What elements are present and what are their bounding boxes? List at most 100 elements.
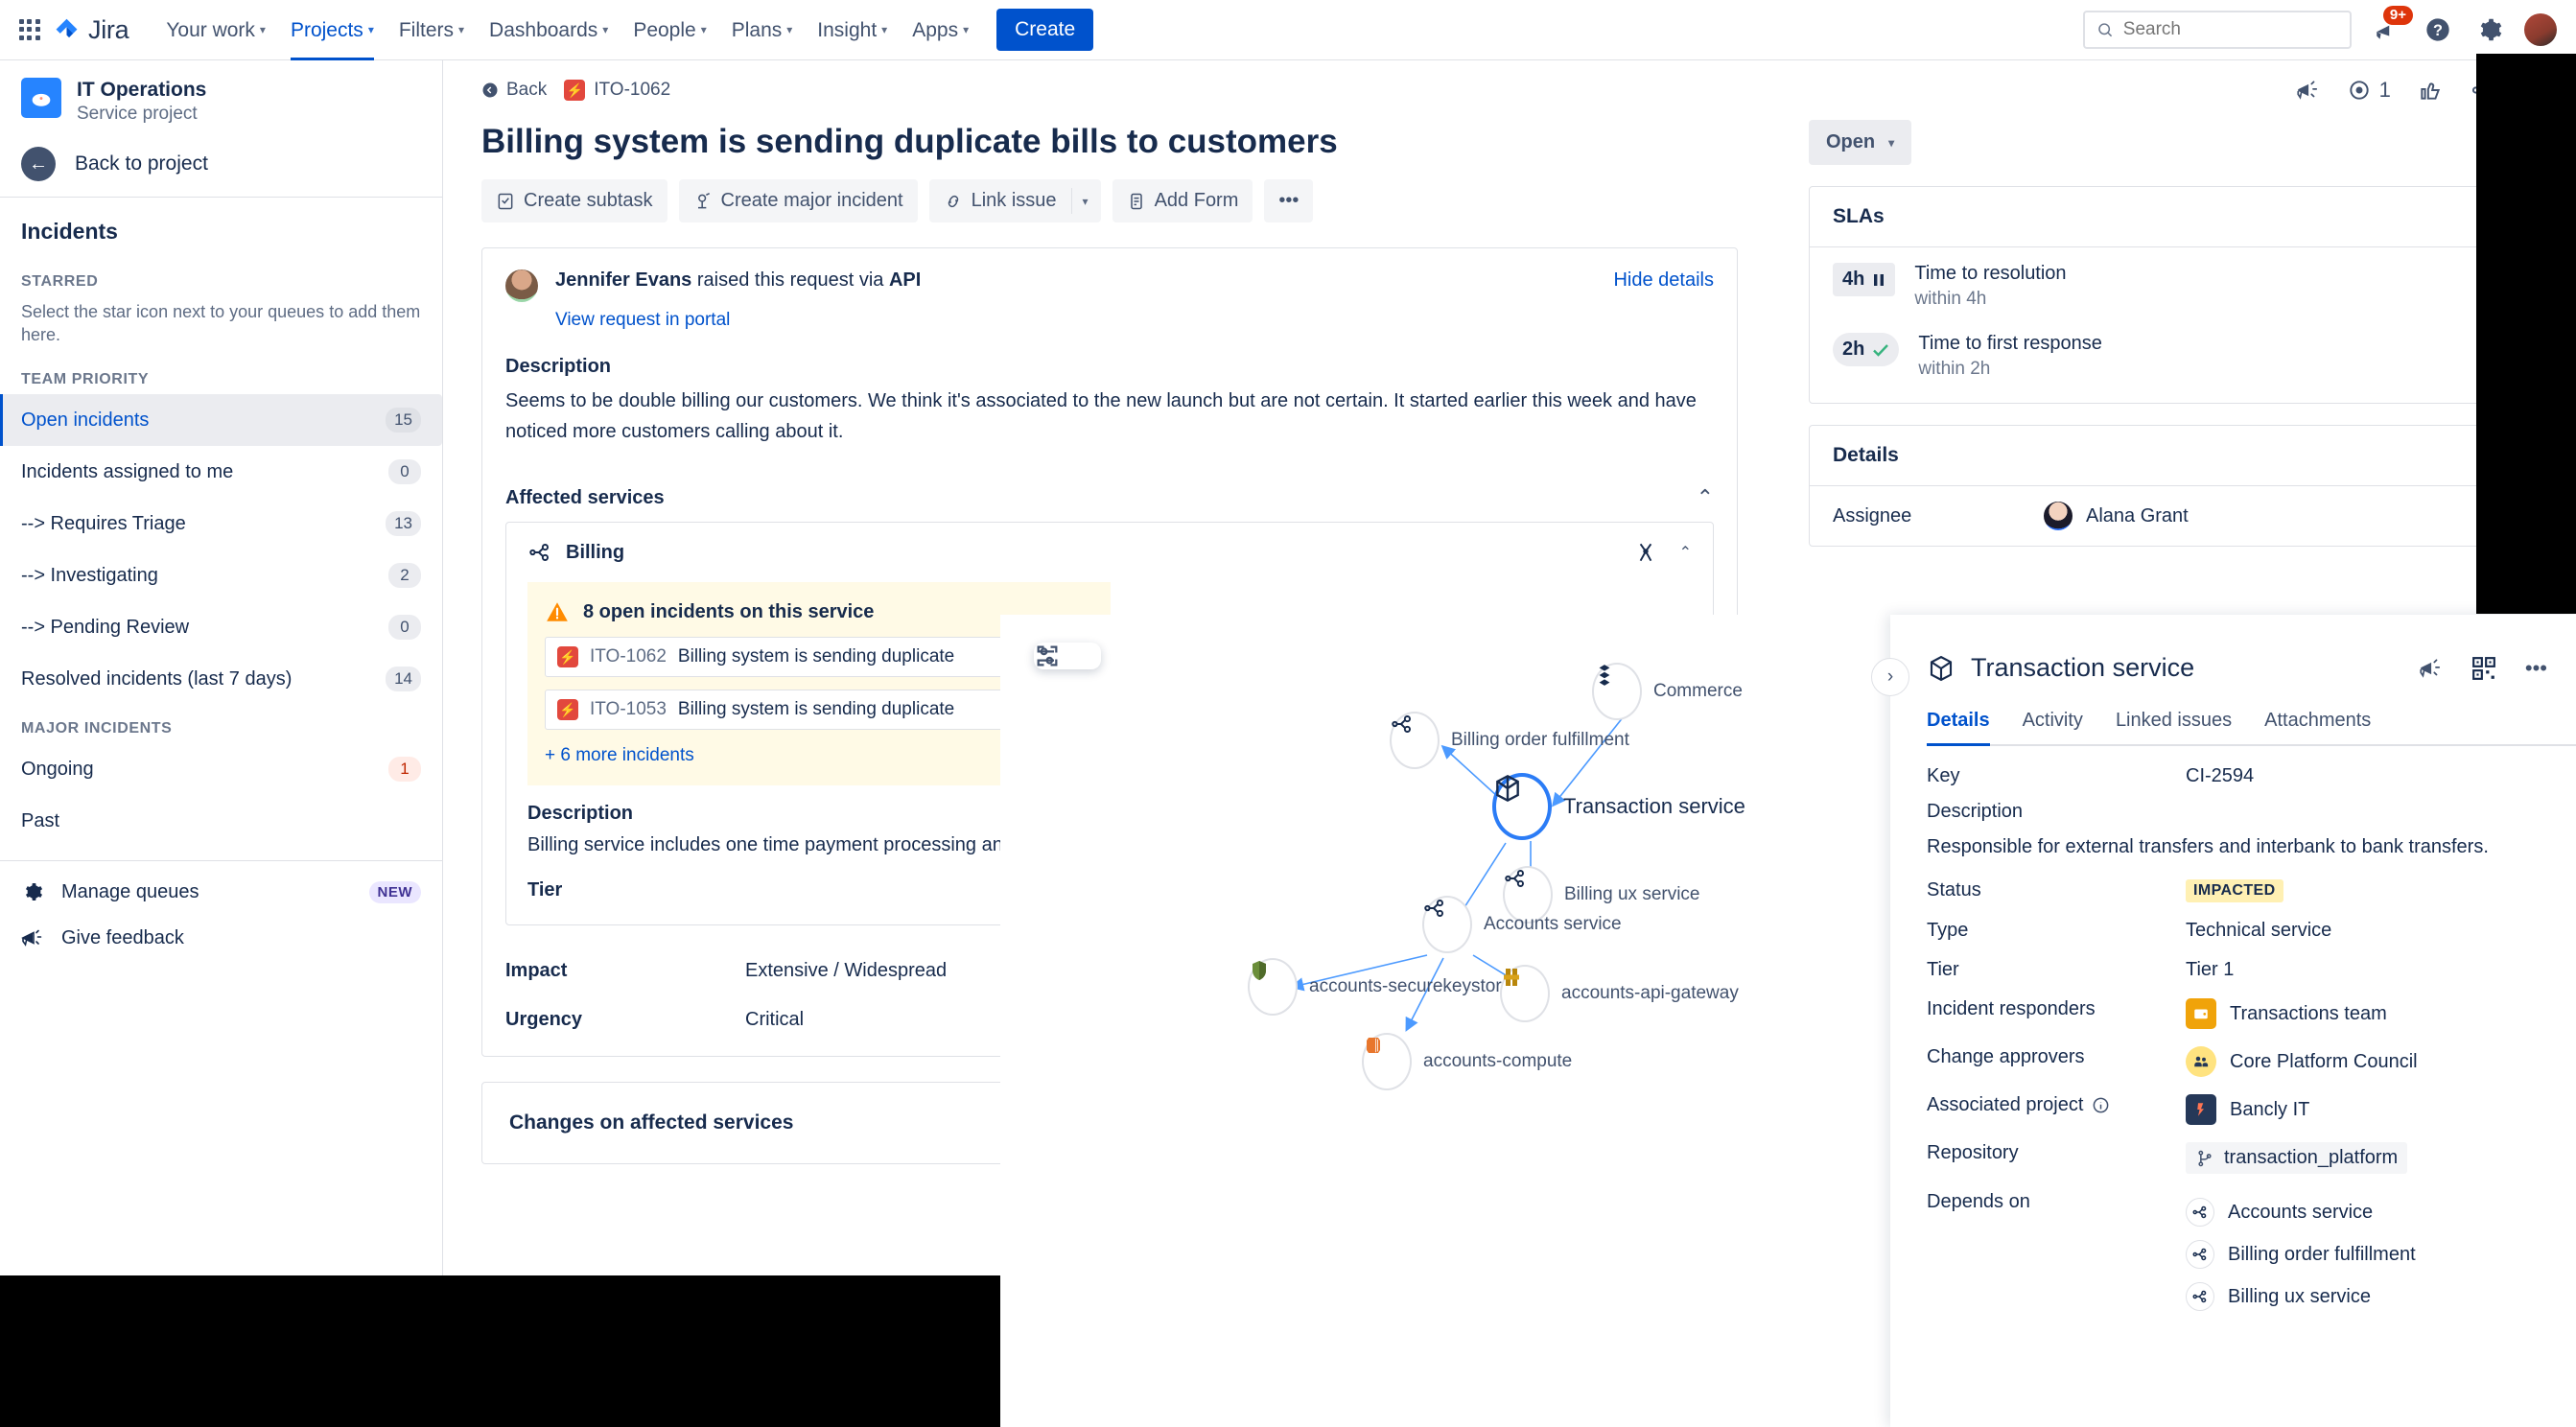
ci-repository-value[interactable]: transaction_platform [2186, 1142, 2408, 1174]
tab-details[interactable]: Details [1927, 710, 1990, 746]
nav-item-projects[interactable]: Projects ▾ [278, 0, 386, 60]
link-issue-button[interactable]: Link issue [929, 179, 1071, 222]
sidebar-item-give-feedback[interactable]: Give feedback [0, 915, 442, 961]
dependency-label: Billing order fulfillment [2228, 1243, 2416, 1265]
graph-node-accounts-service[interactable]: Accounts service [1422, 896, 1622, 953]
sidebar-item-ongoing[interactable]: Ongoing 1 [0, 743, 442, 795]
sidebar-item-pending-review[interactable]: --> Pending Review 0 [0, 601, 442, 653]
notifications-bell-icon[interactable]: 9+ [2369, 6, 2413, 47]
issue-action-toolbar: Create subtask Create major incident Lin… [481, 179, 1738, 222]
issue-key: ITO-1062 [594, 80, 671, 100]
nav-item-filters[interactable]: Filters ▾ [386, 0, 477, 60]
impact-value[interactable]: Extensive / Widespread [745, 960, 947, 982]
help-icon[interactable]: ? [2421, 12, 2455, 47]
nav-item-people[interactable]: People ▾ [621, 0, 718, 60]
slas-panel-header: SLAs ⌃ [1810, 187, 2542, 247]
link-issue-dropdown-button[interactable]: ▾ [1072, 179, 1101, 222]
sidebar-item-past[interactable]: Past [0, 795, 442, 847]
panel-collapse-toggle[interactable]: › [1871, 658, 1909, 696]
ci-key-value[interactable]: CI-2594 [2186, 765, 2254, 787]
affected-services-header: Affected services ⌃ [482, 468, 1737, 522]
jira-brand-logo[interactable]: Jira [54, 15, 129, 45]
graph-node-accounts-api-gateway[interactable]: accounts-api-gateway [1500, 965, 1739, 1022]
description-label: Description [505, 356, 612, 377]
nav-item-apps[interactable]: Apps ▾ [900, 0, 981, 60]
chevron-up-icon[interactable]: ⌃ [1697, 485, 1714, 510]
graph-node-label: Commerce [1653, 681, 1743, 701]
thumbs-up-icon[interactable] [2418, 78, 2443, 103]
graph-node-accounts-compute[interactable]: accounts-compute [1362, 1033, 1572, 1090]
ci-status-label: Status [1927, 879, 1981, 901]
urgency-value[interactable]: Critical [745, 1009, 804, 1031]
add-form-button[interactable]: Add Form [1112, 179, 1253, 222]
queue-label: --> Investigating [21, 564, 158, 586]
sidebar-item-requires-triage[interactable]: --> Requires Triage 13 [0, 498, 442, 550]
service-dependency-graph[interactable]: Commerce Billing order fulfillment Trans… [1000, 615, 1902, 1427]
create-major-incident-button[interactable]: Create major incident [678, 179, 918, 222]
issue-meta-actions: 1 ••• [1809, 78, 2543, 103]
create-button[interactable]: Create [996, 9, 1094, 51]
chevron-up-icon[interactable]: ⌃ [1679, 543, 1692, 562]
ci-responders-label: Incident responders [1927, 998, 2096, 1019]
search-input[interactable] [2122, 19, 2338, 40]
tab-activity[interactable]: Activity [2023, 710, 2083, 744]
ci-tabs: Details Activity Linked issues Attachmen… [1927, 710, 2576, 746]
megaphone-icon[interactable] [2295, 78, 2320, 103]
ci-responders-value[interactable]: Transactions team [2186, 998, 2387, 1029]
nav-item-dashboards[interactable]: Dashboards ▾ [477, 0, 621, 60]
ci-depends-label: Depends on [1927, 1191, 2030, 1212]
view-request-in-portal-link[interactable]: View request in portal [555, 310, 1737, 331]
dependency-item[interactable]: Accounts service [2186, 1191, 2416, 1233]
nav-item-insight[interactable]: Insight ▾ [805, 0, 900, 60]
search-box[interactable] [2083, 11, 2352, 49]
sidebar-item-resolved-incidents[interactable]: Resolved incidents (last 7 days) 14 [0, 653, 442, 705]
tab-linked-issues[interactable]: Linked issues [2116, 710, 2232, 744]
screen-blank-region-bottom [0, 1275, 1000, 1427]
details-panel-header: Details ⌃ [1810, 426, 2542, 486]
dependency-item[interactable]: Billing ux service [2186, 1275, 2416, 1318]
watchers-control[interactable]: 1 [2347, 78, 2391, 103]
graph-node-transaction-service[interactable]: Transaction service [1492, 773, 1745, 840]
back-to-project-button[interactable]: ← Back to project [0, 137, 442, 197]
assignee-value[interactable]: Alana Grant [2044, 502, 2189, 530]
ci-approvers-value[interactable]: Core Platform Council [2186, 1046, 2418, 1077]
more-actions-icon[interactable]: ••• [2525, 656, 2547, 681]
repository-chip[interactable]: transaction_platform [2186, 1142, 2408, 1174]
graph-node-accounts-securekeystore[interactable]: accounts-securekeystore [1248, 958, 1511, 1016]
megaphone-icon[interactable] [2418, 656, 2443, 681]
compute-glyph [1367, 1038, 1380, 1053]
ci-key-label: Key [1927, 765, 1960, 786]
sidebar-item-open-incidents[interactable]: Open incidents 15 [0, 394, 442, 446]
ci-project-value[interactable]: Bancly IT [2186, 1094, 2309, 1125]
settings-gear-icon[interactable] [2472, 12, 2507, 47]
ci-type-label: Type [1927, 920, 1969, 941]
search-icon [2098, 23, 2113, 37]
back-button[interactable]: Back [481, 80, 547, 101]
project-header[interactable]: IT Operations Service project [0, 60, 442, 137]
profile-avatar[interactable] [2524, 13, 2557, 46]
sidebar-item-investigating[interactable]: --> Investigating 2 [0, 550, 442, 601]
dependency-item[interactable]: Billing order fulfillment [2186, 1233, 2416, 1275]
details-row-assignee: Assignee Alana Grant [1810, 486, 2542, 546]
create-subtask-button[interactable]: Create subtask [481, 179, 667, 222]
nav-item-your-work[interactable]: Your work ▾ [153, 0, 278, 60]
qr-code-icon[interactable] [2471, 656, 2496, 681]
graph-node-billing-order-fulfillment[interactable]: Billing order fulfillment [1390, 712, 1629, 769]
issue-key-breadcrumb[interactable]: ⚡ ITO-1062 [564, 80, 670, 101]
nav-item-plans[interactable]: Plans ▾ [719, 0, 806, 60]
queue-count: 2 [388, 563, 421, 588]
reporter-avatar [505, 269, 538, 302]
back-label: Back [506, 80, 548, 100]
status-dropdown-button[interactable]: Open ▾ [1809, 120, 1912, 165]
hide-details-link[interactable]: Hide details [1613, 269, 1714, 292]
more-actions-button[interactable]: ••• [1264, 179, 1314, 222]
pause-icon [1874, 273, 1885, 286]
sla-target: within 2h [1918, 359, 1991, 379]
dependency-map-icon[interactable] [1633, 540, 1658, 565]
sidebar-item-incidents-assigned-to-me[interactable]: Incidents assigned to me 0 [0, 446, 442, 498]
info-icon[interactable] [2092, 1096, 2110, 1114]
chevron-down-icon: ▾ [1888, 135, 1895, 150]
tab-attachments[interactable]: Attachments [2264, 710, 2371, 744]
apps-grid-icon[interactable] [19, 19, 40, 40]
sidebar-item-manage-queues[interactable]: Manage queues NEW [0, 869, 442, 915]
